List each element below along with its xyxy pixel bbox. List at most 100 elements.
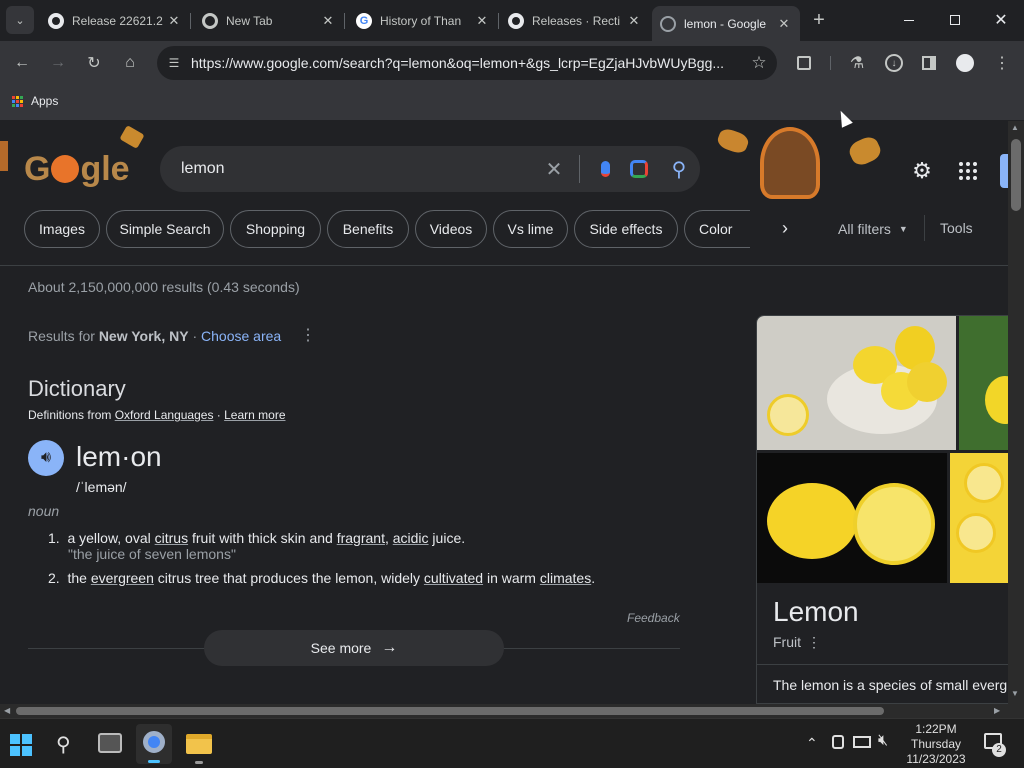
sign-in-button[interactable] bbox=[1000, 154, 1008, 188]
menu-button[interactable]: ⋮ bbox=[988, 49, 1016, 77]
chip-videos[interactable]: Videos bbox=[415, 210, 487, 248]
microphone-icon[interactable] bbox=[590, 161, 620, 177]
lemon-image[interactable] bbox=[959, 316, 1008, 450]
more-vert-icon: ⋮ bbox=[994, 55, 1010, 72]
tab-lemon[interactable]: lemon - Google ✕ bbox=[652, 6, 800, 41]
search-icon[interactable]: ⚲ bbox=[658, 157, 700, 182]
word-link[interactable]: cultivated bbox=[424, 570, 483, 586]
oxford-link[interactable]: Oxford Languages bbox=[115, 408, 214, 422]
lemon-image[interactable] bbox=[757, 316, 956, 450]
tab-release[interactable]: Release 22621.2 ✕ bbox=[40, 6, 190, 35]
lemon-image[interactable] bbox=[757, 453, 947, 583]
horizontal-scrollbar[interactable]: ◀ ▶ bbox=[0, 704, 1008, 718]
restore-button[interactable] bbox=[941, 6, 969, 34]
scroll-thumb[interactable] bbox=[1011, 139, 1021, 211]
chip-benefits[interactable]: Benefits bbox=[327, 210, 409, 248]
tools-button[interactable]: Tools bbox=[940, 220, 973, 236]
tab-title: New Tab bbox=[226, 13, 273, 28]
search-box[interactable]: lemon ✕ ⚲ bbox=[160, 146, 700, 192]
scroll-thumb[interactable] bbox=[16, 707, 884, 715]
chip-color[interactable]: Color bbox=[684, 210, 750, 248]
chip-simple-search[interactable]: Simple Search bbox=[106, 210, 224, 248]
chevron-up-icon[interactable]: ⌃ bbox=[806, 735, 818, 752]
more-vert-icon[interactable]: ⋮ bbox=[300, 325, 316, 345]
tab-history[interactable]: G History of Than ✕ bbox=[348, 6, 498, 35]
bookmarks-bar: Apps bbox=[0, 85, 1024, 121]
result-stats: About 2,150,000,000 results (0.43 second… bbox=[28, 279, 300, 295]
downloads-button[interactable]: ↓ bbox=[880, 49, 908, 77]
browser-toolbar: ← → ↻ ⌂ ☰ https://www.google.com/search?… bbox=[0, 41, 1024, 85]
chip-side-effects[interactable]: Side effects bbox=[574, 210, 678, 248]
lemon-image[interactable] bbox=[950, 453, 1008, 583]
tab-new-tab[interactable]: New Tab ✕ bbox=[194, 6, 344, 35]
scroll-right-icon[interactable]: ▶ bbox=[994, 706, 1000, 715]
minimize-icon bbox=[904, 19, 914, 21]
all-filters-button[interactable]: All filters ▼ bbox=[838, 221, 908, 237]
close-icon[interactable]: ✕ bbox=[474, 13, 490, 29]
choose-area-link[interactable]: Choose area bbox=[201, 328, 281, 344]
search-input[interactable]: lemon bbox=[181, 160, 539, 178]
notification-count: 2 bbox=[992, 743, 1006, 757]
tab-releases[interactable]: Releases · Recti ✕ bbox=[500, 6, 650, 35]
github-icon bbox=[508, 12, 524, 29]
task-view-icon[interactable] bbox=[98, 733, 122, 753]
search-icon[interactable]: ⚲ bbox=[56, 732, 71, 757]
chips-scroll-right-icon[interactable]: › bbox=[782, 218, 788, 239]
meet-now-icon[interactable] bbox=[832, 735, 844, 749]
chip-vs-lime[interactable]: Vs lime bbox=[493, 210, 568, 248]
windows-start-icon[interactable] bbox=[10, 734, 32, 756]
feedback-link[interactable]: Feedback bbox=[627, 611, 680, 625]
new-tab-button[interactable]: + bbox=[805, 6, 833, 34]
scroll-left-icon[interactable]: ◀ bbox=[4, 706, 10, 715]
google-doodle-logo[interactable]: Ggle bbox=[24, 149, 130, 189]
lens-icon[interactable] bbox=[620, 160, 658, 178]
word-link[interactable]: acidic bbox=[393, 530, 429, 546]
close-window-button[interactable]: ✕ bbox=[987, 6, 1015, 34]
chip-shopping[interactable]: Shopping bbox=[230, 210, 321, 248]
close-icon[interactable]: ✕ bbox=[320, 13, 336, 29]
word-link[interactable]: climates bbox=[540, 570, 591, 586]
google-apps-button[interactable] bbox=[954, 157, 982, 185]
bookmark-star-icon[interactable]: ☆ bbox=[741, 53, 777, 73]
flask-icon: ⚗ bbox=[849, 55, 865, 72]
word-link[interactable]: evergreen bbox=[91, 570, 154, 586]
apps-grid-icon bbox=[959, 162, 977, 180]
google-icon: G bbox=[356, 12, 372, 29]
address-bar[interactable]: ☰ https://www.google.com/search?q=lemon&… bbox=[157, 46, 777, 80]
settings-button[interactable]: ⚙ bbox=[908, 157, 936, 185]
close-icon[interactable]: ✕ bbox=[626, 13, 642, 29]
scroll-up-icon[interactable]: ▲ bbox=[1011, 123, 1019, 132]
file-explorer-icon[interactable] bbox=[186, 734, 212, 754]
home-button[interactable]: ⌂ bbox=[116, 49, 144, 77]
learn-more-link[interactable]: Learn more bbox=[224, 408, 285, 422]
close-icon[interactable]: ✕ bbox=[776, 16, 792, 32]
forward-button[interactable]: → bbox=[44, 49, 72, 77]
scroll-down-icon[interactable]: ▼ bbox=[1011, 689, 1019, 698]
site-info-icon[interactable]: ☰ bbox=[157, 56, 191, 70]
see-more-button[interactable]: See more → bbox=[204, 630, 504, 666]
leaf-decoration-icon bbox=[846, 133, 884, 169]
minimize-button[interactable] bbox=[895, 6, 923, 34]
clear-icon[interactable]: ✕ bbox=[539, 157, 569, 182]
word-link[interactable]: citrus bbox=[155, 530, 188, 546]
pronounce-button[interactable]: 🔊︎ bbox=[28, 440, 64, 476]
word-link[interactable]: fragrant bbox=[337, 530, 385, 546]
def-number: 1. bbox=[48, 530, 60, 546]
def-text: . bbox=[591, 570, 596, 586]
side-panel-button[interactable] bbox=[915, 49, 943, 77]
apps-shortcut[interactable]: Apps bbox=[12, 94, 58, 108]
close-icon[interactable]: ✕ bbox=[166, 13, 182, 29]
chrome-taskbar-button[interactable] bbox=[136, 724, 172, 764]
vertical-scrollbar[interactable]: ▲ ▼ bbox=[1008, 121, 1024, 704]
profile-button[interactable] bbox=[951, 49, 979, 77]
reload-button[interactable]: ↻ bbox=[80, 49, 108, 77]
volume-muted-icon[interactable]: 🔇︎ bbox=[878, 732, 888, 750]
tab-search-button[interactable]: ⌄ bbox=[6, 6, 34, 34]
chip-images[interactable]: Images bbox=[24, 210, 100, 248]
clock[interactable]: 1:22PM Thursday 11/23/2023 bbox=[904, 722, 968, 767]
more-vert-icon[interactable]: ⋮ bbox=[807, 634, 821, 651]
back-button[interactable]: ← bbox=[8, 49, 36, 77]
extensions-button[interactable] bbox=[790, 49, 818, 77]
labs-button[interactable]: ⚗ bbox=[843, 49, 871, 77]
network-icon[interactable] bbox=[853, 736, 871, 748]
